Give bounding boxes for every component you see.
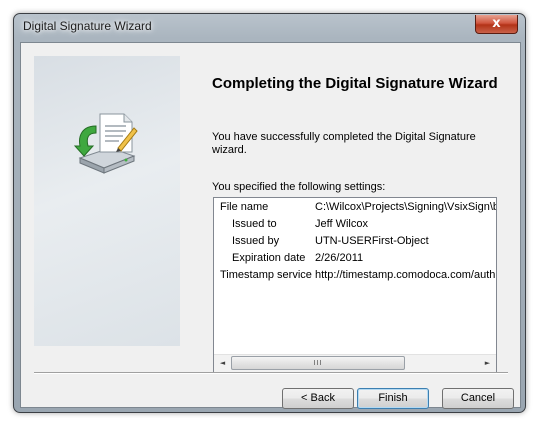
settings-row-file-name: File name C:\Wilcox\Projects\Signing\Vsi… (214, 201, 496, 218)
button-separator (34, 372, 508, 374)
settings-row-issued-by: Issued by UTN-USERFirst-Object (214, 235, 496, 252)
settings-row-timestamp-service: Timestamp service http://timestamp.comod… (214, 269, 496, 286)
close-button[interactable]: x (475, 15, 518, 34)
settings-value: C:\Wilcox\Projects\Signing\VsixSign\b (315, 201, 497, 213)
completion-message: You have successfully completed the Digi… (212, 131, 476, 156)
page-title: Completing the Digital Signature Wizard (212, 75, 498, 92)
settings-key: Timestamp service (220, 269, 312, 281)
settings-key: File name (220, 201, 269, 213)
wizard-certificate-icon (74, 113, 138, 174)
wizard-window: Digital Signature Wizard x Completing th… (13, 13, 526, 413)
scrollbar-grip-icon: III (313, 359, 323, 367)
settings-value: UTN-USERFirst-Object (315, 235, 429, 247)
settings-row-issued-to: Issued to Jeff Wilcox (214, 218, 496, 235)
settings-value: 2/26/2011 (315, 252, 364, 264)
window-title: Digital Signature Wizard (23, 19, 152, 33)
scrollbar-thumb[interactable]: III (231, 356, 405, 370)
horizontal-scrollbar[interactable]: ◄ III ► (214, 354, 496, 372)
cancel-button[interactable]: Cancel (442, 388, 514, 409)
settings-key: Issued to (232, 218, 277, 230)
scroll-left-icon[interactable]: ◄ (214, 355, 231, 372)
settings-value: http://timestamp.comodoca.com/auth (315, 269, 496, 281)
settings-list[interactable]: File name C:\Wilcox\Projects\Signing\Vsi… (213, 197, 497, 373)
settings-label: You specified the following settings: (212, 181, 386, 193)
back-button[interactable]: < Back (282, 388, 354, 409)
finish-button[interactable]: Finish (357, 388, 429, 409)
wizard-side-panel (34, 56, 180, 346)
settings-key: Expiration date (232, 252, 306, 264)
settings-key: Issued by (232, 235, 280, 247)
settings-row-expiration-date: Expiration date 2/26/2011 (214, 252, 496, 269)
settings-value: Jeff Wilcox (315, 218, 368, 230)
wizard-client-area: Completing the Digital Signature Wizard … (20, 42, 521, 409)
scroll-right-icon[interactable]: ► (479, 355, 496, 372)
